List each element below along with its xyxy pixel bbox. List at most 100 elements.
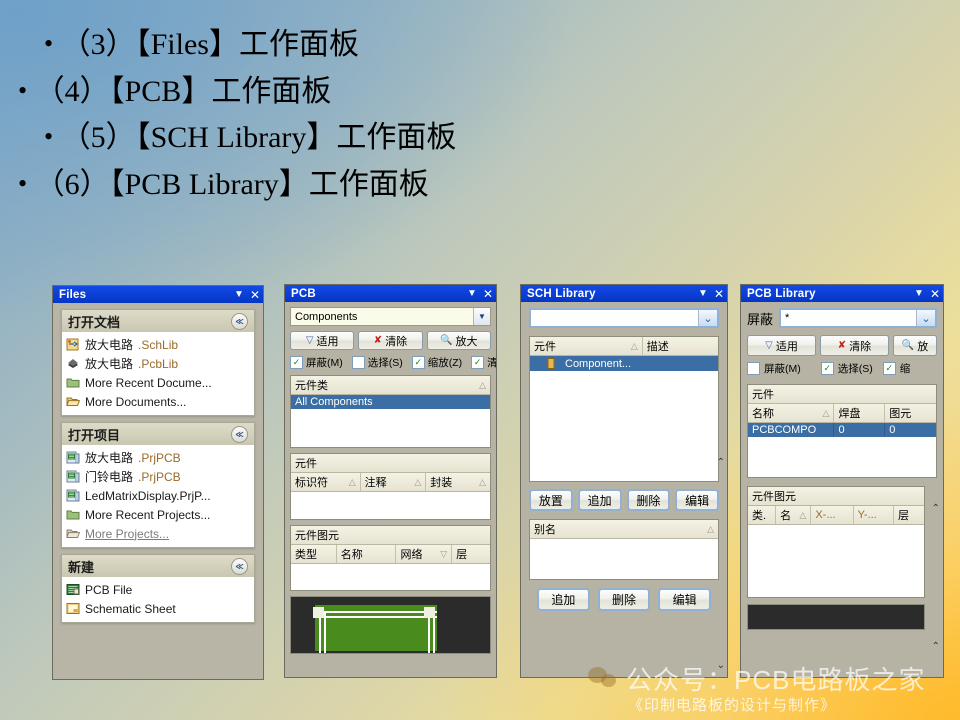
- table-row[interactable]: PCBCOMPO 0 0: [748, 423, 936, 437]
- chevron-down-icon[interactable]: ▼: [914, 288, 924, 299]
- column-header-component[interactable]: 元件 △: [530, 337, 643, 355]
- column-header-footprint[interactable]: 封装 △: [426, 473, 490, 491]
- clear-button[interactable]: ✘ 清除: [358, 331, 423, 350]
- mask-combo[interactable]: * ⌄: [779, 308, 937, 328]
- clear-button[interactable]: ✘ 清除: [820, 335, 889, 356]
- column-header-name[interactable]: 名称: [337, 545, 397, 563]
- column-header-layer[interactable]: 层: [452, 545, 490, 563]
- list-item[interactable]: Schematic Sheet: [66, 599, 250, 618]
- scroll-up-icon[interactable]: ⌃: [717, 457, 725, 468]
- close-icon[interactable]: ✕: [483, 288, 493, 300]
- alias-edit-button[interactable]: 编辑: [658, 588, 712, 611]
- column-header-primitives[interactable]: 图元: [885, 404, 936, 422]
- chevron-down-icon[interactable]: ▼: [467, 288, 477, 299]
- mask-checkbox[interactable]: ✓: [290, 356, 303, 369]
- chevron-up-icon[interactable]: ≪: [231, 557, 248, 575]
- grid-empty-area[interactable]: [530, 539, 718, 579]
- pcb-panel[interactable]: PCB ▼ ✕ Components ▼ ▽ 适用 ✘ 清除 🔍 放大 ✓ 屏蔽…: [284, 284, 497, 678]
- column-header-comment[interactable]: 注释 △: [361, 473, 427, 491]
- pcb-preview[interactable]: [290, 596, 491, 654]
- column-header-description[interactable]: 描述: [643, 337, 718, 355]
- pcb-scope-combo[interactable]: Components ▼: [290, 307, 491, 326]
- column-header-type[interactable]: 类型: [291, 545, 337, 563]
- pcb-library-titlebar[interactable]: PCB Library ▼ ✕: [741, 285, 943, 302]
- list-item[interactable]: More Recent Projects...: [66, 505, 250, 524]
- chevron-down-icon[interactable]: ⌄: [916, 310, 935, 326]
- pcb-panel-titlebar[interactable]: PCB ▼ ✕: [285, 285, 496, 302]
- select-checkbox[interactable]: ✓: [820, 362, 834, 375]
- list-item[interactable]: 放大电路 .PcbLib: [66, 354, 250, 373]
- add-button[interactable]: 追加: [577, 489, 622, 511]
- grid-empty-area[interactable]: [291, 564, 490, 590]
- grid-empty-area[interactable]: [748, 437, 936, 477]
- list-item[interactable]: More Projects...: [66, 524, 250, 543]
- edit-button[interactable]: 编辑: [675, 489, 719, 511]
- close-icon[interactable]: ✕: [714, 288, 724, 300]
- sch-alias-grid[interactable]: 别名 △: [529, 519, 719, 580]
- chevron-down-icon[interactable]: ▼: [234, 289, 244, 300]
- clear-checkbox[interactable]: ✓: [471, 356, 485, 369]
- column-header-net[interactable]: 网络 ▽: [396, 545, 453, 563]
- sch-library-titlebar[interactable]: SCH Library ▼ ✕: [521, 285, 727, 302]
- list-item[interactable]: LedMatrixDisplay.PrjP...: [66, 486, 250, 505]
- sort-ascending-icon[interactable]: △: [707, 524, 714, 535]
- select-checkbox[interactable]: [351, 356, 365, 369]
- files-group-header[interactable]: 打开文档 ≪: [61, 309, 255, 332]
- pcb-library-preview[interactable]: [747, 604, 925, 630]
- table-row[interactable]: All Components: [291, 395, 490, 409]
- pcb-library-component-grid[interactable]: 元件 名称 △ 焊盘 图元 PCBCOMPO 0 0: [747, 384, 937, 478]
- pcb-library-panel[interactable]: PCB Library ▼ ✕ 屏蔽 * ⌄ ▽ 适用 ✘ 清除 🔍 放 屏蔽(…: [740, 284, 944, 678]
- list-item[interactable]: 门铃电路 .PrjPCB: [66, 467, 250, 486]
- chevron-down-icon[interactable]: ▼: [698, 288, 708, 299]
- column-header-pads[interactable]: 焊盘: [834, 404, 886, 422]
- pcb-library-primitive-grid[interactable]: 元件图元 类. 名 △ X-... Y-... 层: [747, 486, 925, 598]
- alias-delete-button[interactable]: 删除: [597, 588, 651, 611]
- grid-empty-area[interactable]: [291, 409, 490, 447]
- column-header-layer[interactable]: 层: [894, 506, 924, 524]
- list-item[interactable]: More Documents...: [66, 392, 250, 411]
- mask-checkbox[interactable]: [747, 362, 760, 375]
- pcb-component-grid[interactable]: 元件 标识符 △ 注释 △ 封装 △: [290, 453, 491, 520]
- pcb-primitive-grid[interactable]: 元件图元 类型 名称 网络 ▽ 层: [290, 525, 491, 591]
- pcb-component-class-grid[interactable]: 元件类 △ All Components: [290, 375, 491, 448]
- table-row[interactable]: Component...: [530, 356, 718, 371]
- delete-button[interactable]: 删除: [626, 489, 671, 511]
- column-header-x[interactable]: X-...: [811, 506, 854, 524]
- sort-ascending-icon[interactable]: △: [479, 380, 486, 391]
- alias-add-button[interactable]: 追加: [537, 588, 590, 611]
- close-icon[interactable]: ✕: [250, 289, 260, 301]
- files-panel[interactable]: Files ▼ ✕ 打开文档 ≪ 放大电路 .SchLib 放大电路 .PcbL…: [52, 285, 264, 680]
- apply-button[interactable]: ▽ 适用: [290, 331, 355, 350]
- grid-empty-area[interactable]: [530, 371, 718, 481]
- scroll-up-icon[interactable]: ⌃: [932, 641, 940, 652]
- list-item[interactable]: More Recent Docume...: [66, 373, 250, 392]
- zoom-checkbox[interactable]: ✓: [882, 362, 896, 375]
- zoom-button[interactable]: 🔍 放大: [426, 331, 491, 350]
- chevron-up-icon[interactable]: ≪: [231, 312, 248, 330]
- column-header-y[interactable]: Y-...: [854, 506, 895, 524]
- sch-component-grid[interactable]: 元件 △ 描述 Component...: [529, 336, 719, 482]
- files-panel-titlebar[interactable]: Files ▼ ✕: [53, 286, 263, 303]
- files-group-header[interactable]: 打开项目 ≪: [61, 422, 255, 445]
- place-button[interactable]: 放置: [529, 489, 573, 511]
- close-icon[interactable]: ✕: [930, 288, 940, 300]
- column-header-type[interactable]: 类.: [748, 506, 777, 524]
- column-header-name[interactable]: 名称 △: [748, 404, 835, 422]
- chevron-down-icon[interactable]: ▼: [473, 308, 490, 325]
- chevron-down-icon[interactable]: ⌄: [698, 310, 717, 326]
- zoom-button[interactable]: 🔍 放: [893, 335, 937, 356]
- scroll-up-icon[interactable]: ⌃: [932, 503, 940, 514]
- column-header-designator[interactable]: 标识符 △: [291, 473, 361, 491]
- sch-library-panel[interactable]: SCH Library ▼ ✕ ⌄ 元件 △ 描述 Component... 放…: [520, 284, 728, 678]
- grid-empty-area[interactable]: [748, 525, 924, 597]
- grid-empty-area[interactable]: [291, 492, 490, 519]
- sch-library-combo[interactable]: ⌄: [529, 308, 719, 328]
- list-item[interactable]: 放大电路 .SchLib: [66, 335, 250, 354]
- zoom-checkbox[interactable]: ✓: [411, 356, 425, 369]
- list-item[interactable]: PCB File: [66, 580, 250, 599]
- chevron-up-icon[interactable]: ≪: [231, 425, 248, 443]
- list-item[interactable]: 放大电路 .PrjPCB: [66, 448, 250, 467]
- files-group-header[interactable]: 新建 ≪: [61, 554, 255, 577]
- apply-button[interactable]: ▽ 适用: [747, 335, 816, 356]
- column-header-name[interactable]: 名 △: [776, 506, 812, 524]
